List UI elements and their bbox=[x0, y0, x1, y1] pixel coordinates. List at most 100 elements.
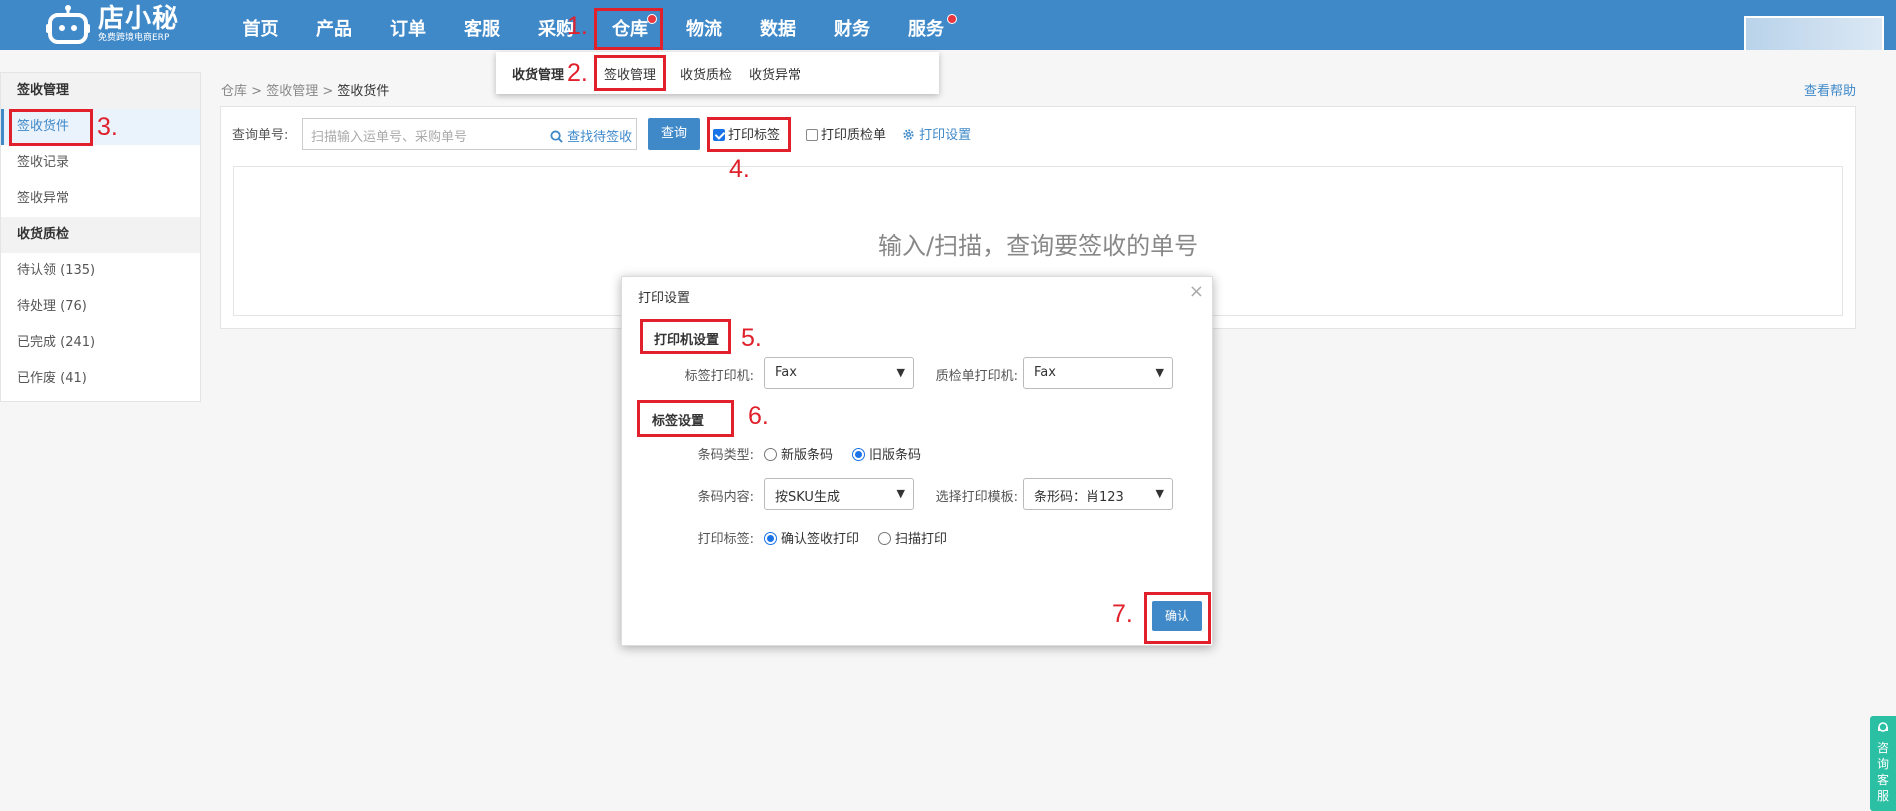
print-qc-text: 打印质检单 bbox=[821, 128, 887, 143]
find-pending-link[interactable]: 查找待签收 bbox=[550, 126, 632, 145]
print-label-text: 打印标签 bbox=[728, 128, 781, 143]
breadcrumb-sep-icon: > bbox=[322, 84, 334, 99]
print-on-scan-text: 扫描打印 bbox=[895, 532, 948, 547]
logo[interactable]: 店小秘 免费跨境电商ERP bbox=[44, 2, 179, 46]
template-select[interactable]: 条形码：肖123 ▼ bbox=[1023, 478, 1173, 510]
radio-unchecked-icon bbox=[764, 448, 777, 461]
logo-title: 店小秘 bbox=[98, 3, 180, 34]
nav-finance[interactable]: 财务 bbox=[815, 0, 889, 50]
barcode-content-select[interactable]: 按SKU生成 ▼ bbox=[764, 478, 914, 510]
nav-customer-service[interactable]: 客服 bbox=[445, 0, 519, 50]
user-account-box[interactable] bbox=[1744, 16, 1884, 50]
notification-dot-icon bbox=[947, 14, 957, 24]
breadcrumb-sign-management[interactable]: 签收管理 bbox=[266, 84, 318, 99]
nav-services[interactable]: 服务 bbox=[889, 0, 963, 50]
headset-icon bbox=[1878, 722, 1888, 732]
annotation-number-6: 6. bbox=[748, 402, 769, 430]
sidebar-item-to-claim[interactable]: 待认领 (135) bbox=[1, 253, 200, 289]
print-label-checkbox[interactable]: 打印标签 bbox=[713, 124, 780, 143]
empty-hint: 输入/扫描，查询要签收的单号 bbox=[878, 232, 1199, 260]
breadcrumb-current: 签收货件 bbox=[337, 84, 390, 99]
qc-printer-value: Fax bbox=[1034, 365, 1056, 380]
nav-home[interactable]: 首页 bbox=[224, 0, 297, 50]
subnav-group-receiving: 收货管理 bbox=[512, 67, 565, 83]
main-nav: 首页 产品 订单 客服 采购 仓库 物流 数据 财务 服务 bbox=[224, 0, 963, 50]
nav-warehouse-label: 仓库 bbox=[612, 19, 648, 40]
barcode-new-text: 新版条码 bbox=[781, 448, 834, 463]
subnav-receiving-exception[interactable]: 收货异常 bbox=[749, 64, 801, 83]
sidebar-item-sign-records[interactable]: 签收记录 bbox=[1, 145, 200, 181]
sidebar-item-pending[interactable]: 待处理 (76) bbox=[1, 289, 200, 325]
sidebar-item-voided[interactable]: 已作废 (41) bbox=[1, 361, 200, 397]
robot-logo-icon bbox=[44, 4, 92, 44]
help-link[interactable]: 查看帮助 bbox=[1804, 80, 1856, 99]
sidebar-item-sign-exceptions[interactable]: 签收异常 bbox=[1, 181, 200, 217]
sidebar-item-completed[interactable]: 已完成 (241) bbox=[1, 325, 200, 361]
print-settings-dialog: 打印设置 × 打印机设置 标签打印机: Fax ▼ 质检单打印机: Fax ▼ 标签… bbox=[621, 276, 1213, 646]
chevron-down-icon: ▼ bbox=[896, 487, 905, 500]
consult-service-label: 咨询客服 bbox=[1876, 741, 1889, 803]
close-icon[interactable]: × bbox=[1189, 281, 1204, 302]
radio-checked-icon bbox=[764, 532, 777, 545]
annotation-number-7: 7. bbox=[1112, 600, 1133, 628]
print-qc-checkbox[interactable]: 打印质检单 bbox=[806, 124, 886, 143]
search-icon bbox=[550, 130, 563, 143]
template-label: 选择打印模板: bbox=[935, 490, 1018, 505]
query-button[interactable]: 查询 bbox=[648, 118, 700, 150]
sidebar-group-sign: 签收管理 bbox=[1, 73, 200, 109]
barcode-new-radio[interactable]: 新版条码 bbox=[764, 444, 833, 463]
subnav-receiving-qc[interactable]: 收货质检 bbox=[680, 64, 732, 83]
print-on-confirm-radio[interactable]: 确认签收打印 bbox=[764, 528, 859, 547]
print-settings-label: 打印设置 bbox=[919, 128, 972, 143]
label-printer-label: 标签打印机: bbox=[684, 369, 754, 384]
nav-data[interactable]: 数据 bbox=[741, 0, 815, 50]
barcode-content-value: 按SKU生成 bbox=[775, 490, 840, 505]
gear-icon bbox=[903, 129, 914, 140]
checkbox-checked-icon bbox=[713, 129, 725, 141]
annotation-number-4: 4. bbox=[729, 155, 750, 183]
nav-orders[interactable]: 订单 bbox=[371, 0, 445, 50]
query-label: 查询单号: bbox=[232, 128, 289, 143]
breadcrumb-warehouse[interactable]: 仓库 bbox=[221, 84, 247, 99]
barcode-content-label: 条码内容: bbox=[697, 490, 754, 505]
nav-warehouse[interactable]: 仓库 bbox=[593, 0, 667, 50]
top-navbar: 店小秘 免费跨境电商ERP 首页 产品 订单 客服 采购 仓库 物流 数据 财务… bbox=[0, 0, 1896, 50]
breadcrumb: 仓库 > 签收管理 > 签收货件 bbox=[221, 80, 389, 99]
breadcrumb-sep-icon: > bbox=[251, 84, 263, 99]
printer-settings-heading: 打印机设置 bbox=[654, 333, 720, 348]
nav-products[interactable]: 产品 bbox=[297, 0, 371, 50]
template-value: 条形码：肖123 bbox=[1034, 490, 1124, 505]
chevron-down-icon: ▼ bbox=[896, 366, 905, 379]
notification-dot-icon bbox=[647, 14, 657, 24]
confirm-button[interactable]: 确认 bbox=[1152, 601, 1202, 631]
radio-checked-icon bbox=[852, 448, 865, 461]
barcode-old-radio[interactable]: 旧版条码 bbox=[852, 444, 921, 463]
chevron-down-icon: ▼ bbox=[1155, 366, 1164, 379]
consult-service-widget[interactable]: 咨询客服 bbox=[1870, 716, 1896, 811]
print-on-confirm-text: 确认签收打印 bbox=[781, 532, 860, 547]
barcode-old-text: 旧版条码 bbox=[869, 448, 922, 463]
sidebar-group-qc: 收货质检 bbox=[1, 217, 200, 253]
annotation-number-3: 3. bbox=[97, 113, 118, 141]
print-label-mode-label: 打印标签: bbox=[697, 532, 754, 547]
qc-printer-select[interactable]: Fax ▼ bbox=[1023, 357, 1173, 389]
annotation-number-5: 5. bbox=[741, 324, 762, 352]
print-settings-link[interactable]: 打印设置 bbox=[902, 124, 971, 143]
label-printer-value: Fax bbox=[775, 365, 797, 380]
chevron-down-icon: ▼ bbox=[1155, 487, 1164, 500]
nav-logistics[interactable]: 物流 bbox=[667, 0, 741, 50]
annotation-number-2: 2. bbox=[567, 59, 588, 87]
find-pending-label: 查找待签收 bbox=[567, 130, 633, 145]
nav-services-label: 服务 bbox=[908, 19, 944, 40]
checkbox-unchecked-icon bbox=[806, 129, 818, 141]
label-printer-select[interactable]: Fax ▼ bbox=[764, 357, 914, 389]
print-on-scan-radio[interactable]: 扫描打印 bbox=[878, 528, 947, 547]
subnav-sign-management[interactable]: 签收管理 bbox=[604, 64, 656, 83]
logo-subtitle: 免费跨境电商ERP bbox=[98, 32, 170, 43]
warehouse-dropdown: 收货管理 签收管理 收货质检 收货异常 bbox=[496, 52, 939, 94]
radio-unchecked-icon bbox=[878, 532, 891, 545]
annotation-number-1: 1. bbox=[567, 12, 588, 40]
barcode-type-label: 条码类型: bbox=[697, 448, 754, 463]
qc-printer-label: 质检单打印机: bbox=[935, 369, 1018, 384]
label-settings-heading: 标签设置 bbox=[652, 414, 705, 429]
